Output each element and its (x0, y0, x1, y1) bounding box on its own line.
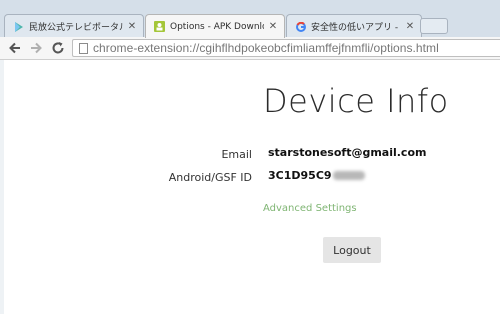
forward-arrow-icon[interactable] (27, 39, 45, 57)
tab-apk-downloader-options[interactable]: Options - APK Downloader ✕ (145, 14, 285, 38)
tab-title: Options - APK Downloader (170, 21, 264, 32)
logout-button[interactable]: Logout (323, 237, 381, 263)
device-id-label: Android/GSF ID (168, 171, 252, 184)
reload-icon[interactable] (49, 39, 67, 57)
left-edge (0, 60, 4, 314)
back-arrow-icon[interactable] (6, 39, 24, 57)
close-icon[interactable]: ✕ (268, 21, 278, 32)
tab-title: 民放公式テレビポータル「TVe (29, 23, 123, 33)
play-store-icon (13, 21, 24, 32)
page-title: Device Info (263, 82, 449, 120)
android-icon (154, 21, 165, 32)
tab-strip: 民放公式テレビポータル「TVe ✕ Options - APK Download… (0, 0, 500, 38)
advanced-settings-link[interactable]: Advanced Settings (263, 203, 357, 214)
close-icon[interactable]: ✕ (127, 21, 137, 32)
address-bar[interactable]: chrome-extension://cgihflhdpokeobcfimlia… (72, 39, 500, 57)
google-icon (295, 21, 306, 32)
email-value: starstonesoft@gmail.com (268, 146, 427, 159)
device-id-value: 3C1D95C9 (268, 169, 332, 182)
tab-title: 安全性の低いアプリ - アカウ (311, 23, 401, 33)
device-id-row: 3C1D95C9 (268, 169, 365, 182)
browser-toolbar: chrome-extension://cgihflhdpokeobcfimlia… (0, 37, 500, 60)
redaction-blur (332, 171, 365, 180)
email-label: Email (221, 148, 252, 161)
url-text: chrome-extension://cgihflhdpokeobcfimlia… (93, 41, 439, 55)
tab-less-secure-apps[interactable]: 安全性の低いアプリ - アカウ ✕ (286, 14, 422, 38)
page-icon (79, 42, 88, 54)
tab-tv-portal[interactable]: 民放公式テレビポータル「TVe ✕ (4, 14, 144, 38)
new-tab-button[interactable] (420, 18, 448, 34)
close-icon[interactable]: ✕ (405, 21, 415, 32)
